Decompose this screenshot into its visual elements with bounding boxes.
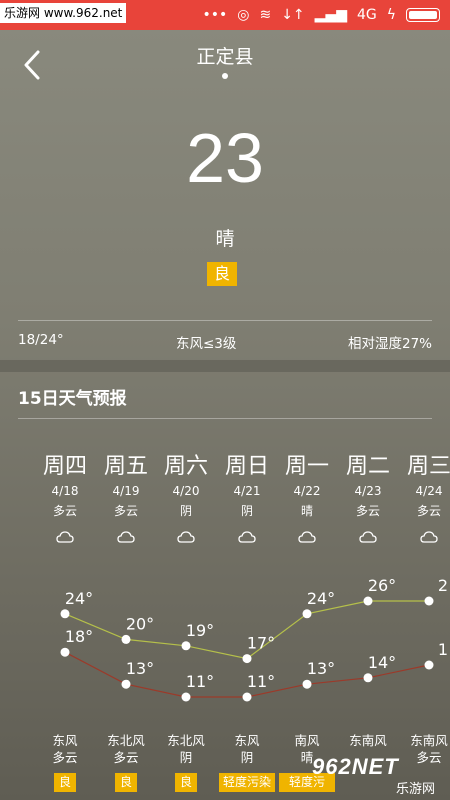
high-temp-label: 2 [438,576,448,595]
forecast-day[interactable]: 周六 4/20 阴 [151,448,221,543]
day-wind: 东北风阴 [151,732,221,766]
signal-icon: ▂▄▆ [314,7,347,23]
low-temp-label: 11° [186,672,214,691]
logo-number: 962NET [312,754,399,779]
cloud-icon [359,531,377,543]
high-temp-label: 19° [186,621,214,640]
cloud-icon [238,531,256,543]
high-temp-point [121,634,131,644]
high-temp-label: 24° [307,589,335,608]
day-condition: 晴 [300,504,313,518]
battery-icon [406,8,440,22]
low-temp-label: 1 [438,640,448,659]
city-name[interactable]: 正定县 [0,42,450,69]
low-temp-label: 14° [368,653,396,672]
low-temp-point [302,679,312,689]
day-name: 周一 [284,454,329,479]
forecast-day[interactable]: 周二 4/23 多云 [333,448,403,543]
day-name: 周三 [406,454,450,479]
low-temp-label: 18° [65,627,93,646]
day-date: 4/20 [172,484,200,498]
high-temp-point [302,609,312,619]
forecast-title: 15日天气预报 [18,389,127,409]
night-condition: 阴 [179,750,193,765]
low-temp-point [121,679,131,689]
day-name: 周四 [42,454,87,479]
day-date: 4/22 [293,484,321,498]
low-temp-point [242,692,252,702]
day-date: 4/18 [51,484,79,498]
day-name: 周六 [163,454,208,479]
day-date: 4/24 [415,484,443,498]
logo-text: 乐游网 [396,782,436,797]
temperature-chart: 24° 20° 19° 17° 24° 26° 2 18° 13° 11° 11° 13° 14° 1 [60,576,448,702]
wind-direction: 南风 [294,733,320,748]
day-aqi-badge: 良 [175,773,197,792]
current-condition: 晴 [215,228,235,250]
high-temp-label: 24° [65,589,93,608]
high-temp-point [181,641,191,651]
alarm-icon: ◎ [237,7,250,23]
wind-direction: 东南风 [410,733,448,748]
low-temp-point [424,660,434,670]
day-name: 周二 [345,454,390,479]
no-signal-icon: ↓↑ [281,7,305,23]
day-aqi-badge: 良 [54,773,76,792]
divider [18,320,432,321]
high-temp-point [60,609,70,619]
day-aqi-badge: 良 [115,773,137,792]
low-temp-label: 13° [307,659,335,678]
status-bar: 乐游网 www.962.net ••• ◎ ≋ ↓↑ ▂▄▆ 4G ϟ [0,0,450,30]
aqi-badge: 良 [207,262,237,286]
high-temp-label: 26° [368,576,396,595]
night-condition: 多云 [52,750,78,765]
page-indicator-dot [222,73,228,79]
cloud-icon [56,531,74,543]
more-dots-icon: ••• [202,7,228,23]
charging-icon: ϟ [386,7,396,23]
watermark: 乐游网 www.962.net [0,3,127,23]
cloud-icon [177,531,195,543]
wind-direction: 东风 [52,733,78,748]
forecast-day[interactable]: 周三 4/24 多云 [394,448,450,543]
forecast-day[interactable]: 周一 4/22 晴 [272,448,342,543]
site-logo: 962NET 乐游网 [312,750,450,797]
high-temp-point [363,596,373,606]
high-temp-point [424,596,434,606]
low-temp-label: 11° [247,672,275,691]
wind-info: 东风≤3级 [176,336,237,352]
low-temp-point [181,692,191,702]
day-condition: 多云 [416,504,441,518]
humidity-info: 相对湿度27% [347,336,432,352]
high-temp-label: 17° [247,634,275,653]
status-icons: ••• ◎ ≋ ↓↑ ▂▄▆ 4G ϟ [202,0,440,30]
wind-direction: 东南风 [349,733,387,748]
high-temp-point [242,654,252,664]
day-condition: 多云 [355,504,380,518]
cloud-icon [117,531,135,543]
forecast-day[interactable]: 周四 4/18 多云 [30,448,100,543]
low-temp-label: 13° [126,659,154,678]
day-aqi-badge: 轻度污染 [219,773,275,792]
low-temp-point [363,673,373,683]
temp-range: 18/24° [18,332,64,348]
day-condition: 阴 [179,504,192,518]
wind-direction: 东北风 [167,733,205,748]
section-separator [0,360,450,372]
wifi-icon: ≋ [259,7,272,23]
current-temperature: 23 [186,119,264,197]
day-condition: 多云 [52,504,77,518]
day-date: 4/23 [354,484,382,498]
network-type: 4G [356,7,377,23]
day-wind: 东风 多云 [30,732,100,766]
high-temp-label: 20° [126,614,154,633]
low-temp-point [60,647,70,657]
day-wind: 东南风 [333,732,403,749]
cloud-icon [298,531,316,543]
divider [18,418,432,419]
cloud-icon [420,531,438,543]
